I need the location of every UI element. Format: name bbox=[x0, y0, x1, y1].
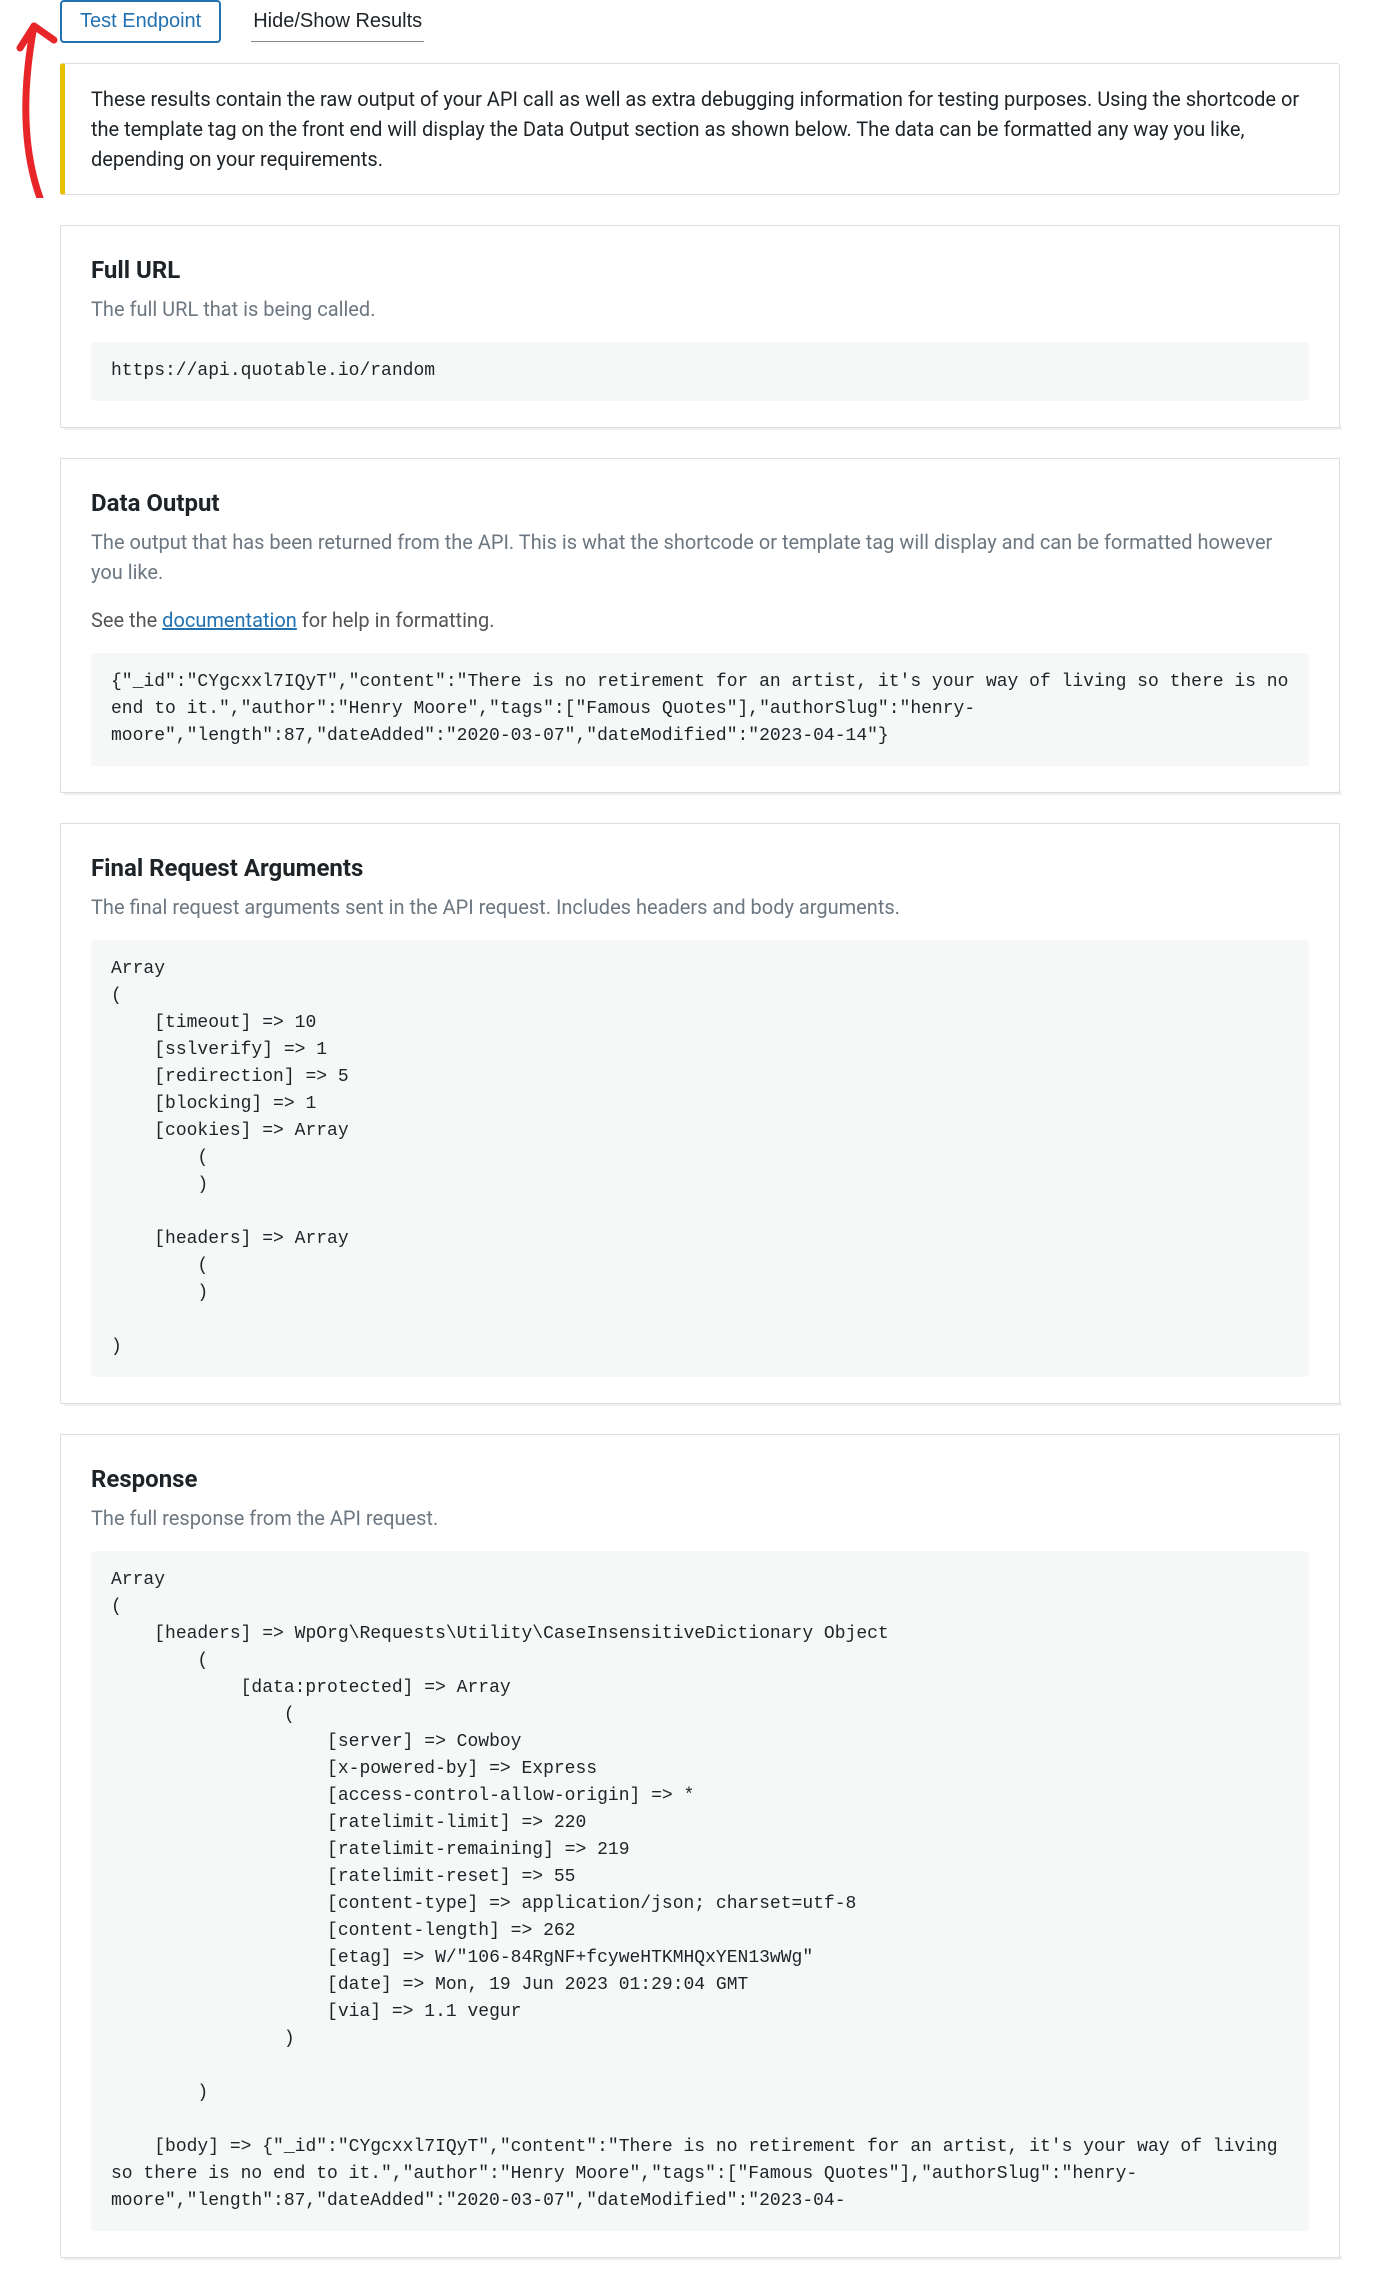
helper-suffix: for help in formatting. bbox=[297, 608, 495, 632]
data-output-subtitle: The output that has been returned from t… bbox=[91, 527, 1309, 587]
final-request-value: Array ( [timeout] => 10 [sslverify] => 1… bbox=[91, 940, 1309, 1377]
helper-prefix: See the bbox=[91, 608, 162, 632]
full-url-value: https://api.quotable.io/random bbox=[91, 342, 1309, 401]
data-output-title: Data Output bbox=[91, 485, 1309, 521]
response-value: Array ( [headers] => WpOrg\Requests\Util… bbox=[91, 1551, 1309, 2231]
full-url-title: Full URL bbox=[91, 252, 1309, 288]
final-request-title: Final Request Arguments bbox=[91, 850, 1309, 886]
data-output-helper: See the documentation for help in format… bbox=[91, 605, 1309, 635]
documentation-link[interactable]: documentation bbox=[162, 608, 297, 632]
results-info-text: These results contain the raw output of … bbox=[91, 84, 1313, 174]
response-subtitle: The full response from the API request. bbox=[91, 1503, 1309, 1533]
final-request-card: Final Request Arguments The final reques… bbox=[60, 823, 1340, 1404]
hide-show-results-button[interactable]: Hide/Show Results bbox=[251, 2, 424, 42]
full-url-subtitle: The full URL that is being called. bbox=[91, 294, 1309, 324]
response-card: Response The full response from the API … bbox=[60, 1434, 1340, 2258]
tabs-row: Test Endpoint Hide/Show Results bbox=[60, 0, 1340, 43]
data-output-card: Data Output The output that has been ret… bbox=[60, 458, 1340, 793]
full-url-card: Full URL The full URL that is being call… bbox=[60, 225, 1340, 428]
final-request-subtitle: The final request arguments sent in the … bbox=[91, 892, 1309, 922]
response-title: Response bbox=[91, 1461, 1309, 1497]
results-info-box: These results contain the raw output of … bbox=[60, 63, 1340, 195]
test-endpoint-button[interactable]: Test Endpoint bbox=[60, 0, 221, 43]
data-output-value: {"_id":"CYgcxxl7IQyT","content":"There i… bbox=[91, 653, 1309, 766]
